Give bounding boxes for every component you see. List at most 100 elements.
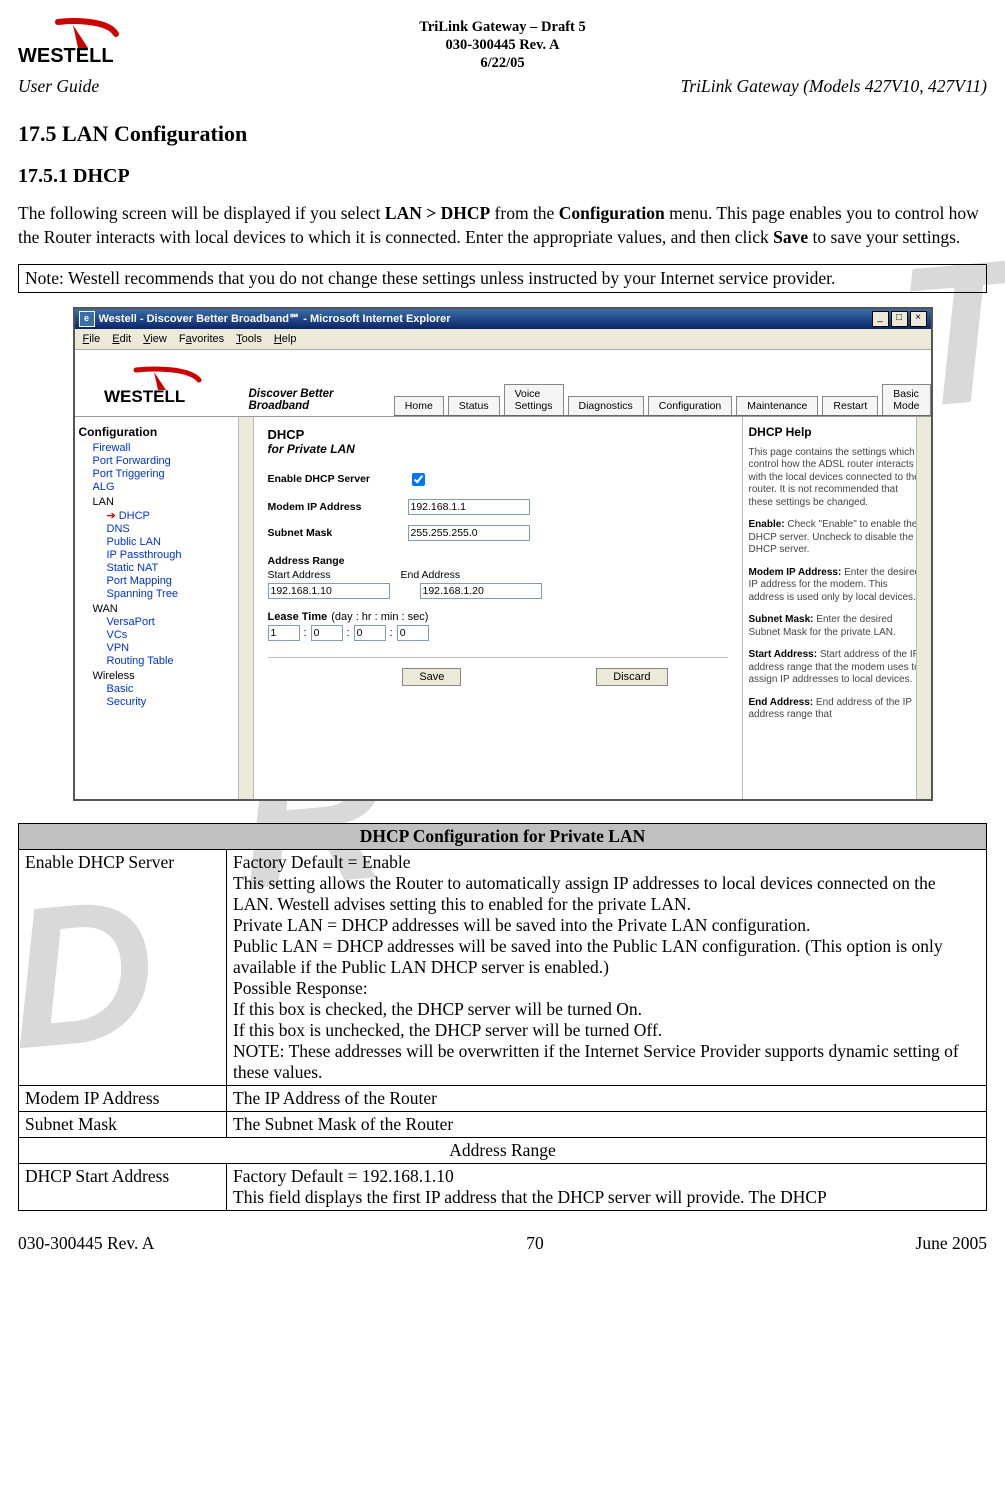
menu-help[interactable]: Help — [274, 333, 297, 345]
save-button[interactable]: Save — [402, 668, 461, 686]
nav-dhcp[interactable]: ➔DHCP — [107, 509, 249, 522]
form-heading: DHCP for Private LAN — [268, 427, 728, 456]
section-17-5-1: 17.5.1 DHCP — [18, 165, 987, 188]
nav-wireless[interactable]: Wireless — [93, 670, 249, 682]
tab-configuration[interactable]: Configuration — [648, 396, 732, 415]
intro-paragraph: The following screen will be displayed i… — [18, 202, 987, 249]
row3-text: The Subnet Mask of the Router — [227, 1111, 987, 1137]
nav-static-nat[interactable]: Static NAT — [107, 562, 249, 574]
discard-button[interactable]: Discard — [596, 668, 667, 686]
nav-spanning-tree[interactable]: Spanning Tree — [107, 588, 249, 600]
arrow-icon: ➔ — [107, 510, 116, 522]
help-p4: Subnet Mask: Enter the desired Subnet Ma… — [749, 614, 925, 639]
end-label: End Address — [401, 569, 461, 581]
nav-port-triggering[interactable]: Port Triggering — [93, 468, 249, 480]
page-westell-logo: WESTELL — [79, 356, 249, 416]
close-button[interactable]: × — [910, 311, 927, 327]
enable-checkbox[interactable] — [412, 473, 425, 486]
footer-right: June 2005 — [916, 1233, 987, 1254]
nav-versaport[interactable]: VersaPort — [107, 616, 249, 628]
mask-label: Subnet Mask — [268, 527, 408, 539]
svg-text:WESTELL: WESTELL — [104, 387, 185, 406]
nav-public-lan[interactable]: Public LAN — [107, 536, 249, 548]
tab-voice[interactable]: Voice Settings — [504, 384, 564, 415]
note-box: Note: Westell recommends that you do not… — [18, 264, 987, 293]
menu-file[interactable]: File — [83, 333, 101, 345]
maximize-button[interactable]: □ — [891, 311, 908, 327]
tabs-row: Home Status Voice Settings Diagnostics C… — [394, 384, 931, 416]
nav-vpn[interactable]: VPN — [107, 642, 249, 654]
help-p6: End Address: End address of the IP addre… — [749, 697, 925, 722]
left-nav: Configuration Firewall Port Forwarding P… — [75, 417, 254, 799]
center-pane: DHCP for Private LAN Enable DHCP Server … — [254, 417, 742, 799]
lease-min[interactable] — [354, 625, 386, 641]
doc-header: WESTELL TriLink Gateway – Draft 5 030-30… — [18, 18, 987, 72]
config-table: DHCP Configuration for Private LAN Enabl… — [18, 823, 987, 1211]
nav-port-mapping[interactable]: Port Mapping — [107, 575, 249, 587]
enable-label: Enable DHCP Server — [268, 473, 408, 485]
lease-hr[interactable] — [311, 625, 343, 641]
screenshot: e Westell - Discover Better Broadband℠ -… — [73, 307, 933, 801]
help-pane: DHCP Help This page contains the setting… — [742, 417, 931, 799]
menu-edit[interactable]: Edit — [112, 333, 131, 345]
ie-icon: e — [79, 311, 95, 327]
row2-text: The IP Address of the Router — [227, 1085, 987, 1111]
lease-sec[interactable] — [397, 625, 429, 641]
start-input[interactable] — [268, 583, 390, 599]
minimize-button[interactable]: _ — [872, 311, 889, 327]
tab-maintenance[interactable]: Maintenance — [736, 396, 818, 415]
menu-view[interactable]: View — [143, 333, 167, 345]
ie-menubar: File Edit View Favorites Tools Help — [75, 329, 931, 350]
help-p1: This page contains the settings which co… — [749, 447, 925, 510]
nav-config-header: Configuration — [79, 425, 249, 439]
nav-dns[interactable]: DNS — [107, 523, 249, 535]
nav-lan[interactable]: LAN — [93, 496, 249, 508]
subheader-address-range: Address Range — [19, 1137, 987, 1163]
models-label: TriLink Gateway (Models 427V10, 427V11) — [681, 76, 987, 97]
help-title: DHCP Help — [749, 425, 925, 439]
header-line3: 6/22/05 — [153, 54, 852, 72]
help-p5: Start Address: Start address of the IP a… — [749, 649, 925, 687]
lease-label: Lease Time — [268, 611, 328, 623]
westell-logo: WESTELL — [18, 18, 153, 66]
row3-label: Subnet Mask — [19, 1111, 227, 1137]
tagline: Discover Better Broadband — [249, 388, 388, 412]
svg-text:WESTELL: WESTELL — [18, 45, 114, 66]
help-scrollbar[interactable] — [916, 417, 931, 799]
table-title: DHCP Configuration for Private LAN — [19, 823, 987, 849]
help-p2: Enable: Check "Enable" to enable the DHC… — [749, 519, 925, 557]
tab-basic-mode[interactable]: Basic Mode — [882, 384, 930, 415]
ie-title: Westell - Discover Better Broadband℠ - M… — [99, 312, 872, 325]
row1-label: Enable DHCP Server — [19, 849, 227, 1085]
nav-security[interactable]: Security — [107, 696, 249, 708]
lease-units: (day : hr : min : sec) — [331, 611, 428, 623]
row2-label: Modem IP Address — [19, 1085, 227, 1111]
nav-routing-table[interactable]: Routing Table — [107, 655, 249, 667]
mask-input[interactable] — [408, 525, 530, 541]
header-line2: 030-300445 Rev. A — [153, 36, 852, 54]
section-17-5: 17.5 LAN Configuration — [18, 121, 987, 147]
tab-restart[interactable]: Restart — [822, 396, 878, 415]
end-input[interactable] — [420, 583, 542, 599]
nav-ip-passthrough[interactable]: IP Passthrough — [107, 549, 249, 561]
nav-vcs[interactable]: VCs — [107, 629, 249, 641]
ie-titlebar: e Westell - Discover Better Broadband℠ -… — [75, 309, 931, 329]
help-p3: Modem IP Address: Enter the desired IP a… — [749, 567, 925, 605]
tab-diagnostics[interactable]: Diagnostics — [568, 396, 644, 415]
ip-input[interactable] — [408, 499, 530, 515]
menu-tools[interactable]: Tools — [236, 333, 262, 345]
footer-center: 70 — [526, 1233, 544, 1254]
nav-firewall[interactable]: Firewall — [93, 442, 249, 454]
menu-favorites[interactable]: Favorites — [179, 333, 224, 345]
nav-port-forwarding[interactable]: Port Forwarding — [93, 455, 249, 467]
nav-alg[interactable]: ALG — [93, 481, 249, 493]
nav-basic[interactable]: Basic — [107, 683, 249, 695]
lease-day[interactable] — [268, 625, 300, 641]
start-label: Start Address — [268, 569, 331, 581]
range-label: Address Range — [268, 555, 408, 567]
tab-home[interactable]: Home — [394, 396, 444, 415]
user-guide-label: User Guide — [18, 76, 99, 97]
left-scrollbar[interactable] — [238, 417, 253, 799]
tab-status[interactable]: Status — [448, 396, 500, 415]
nav-wan[interactable]: WAN — [93, 603, 249, 615]
